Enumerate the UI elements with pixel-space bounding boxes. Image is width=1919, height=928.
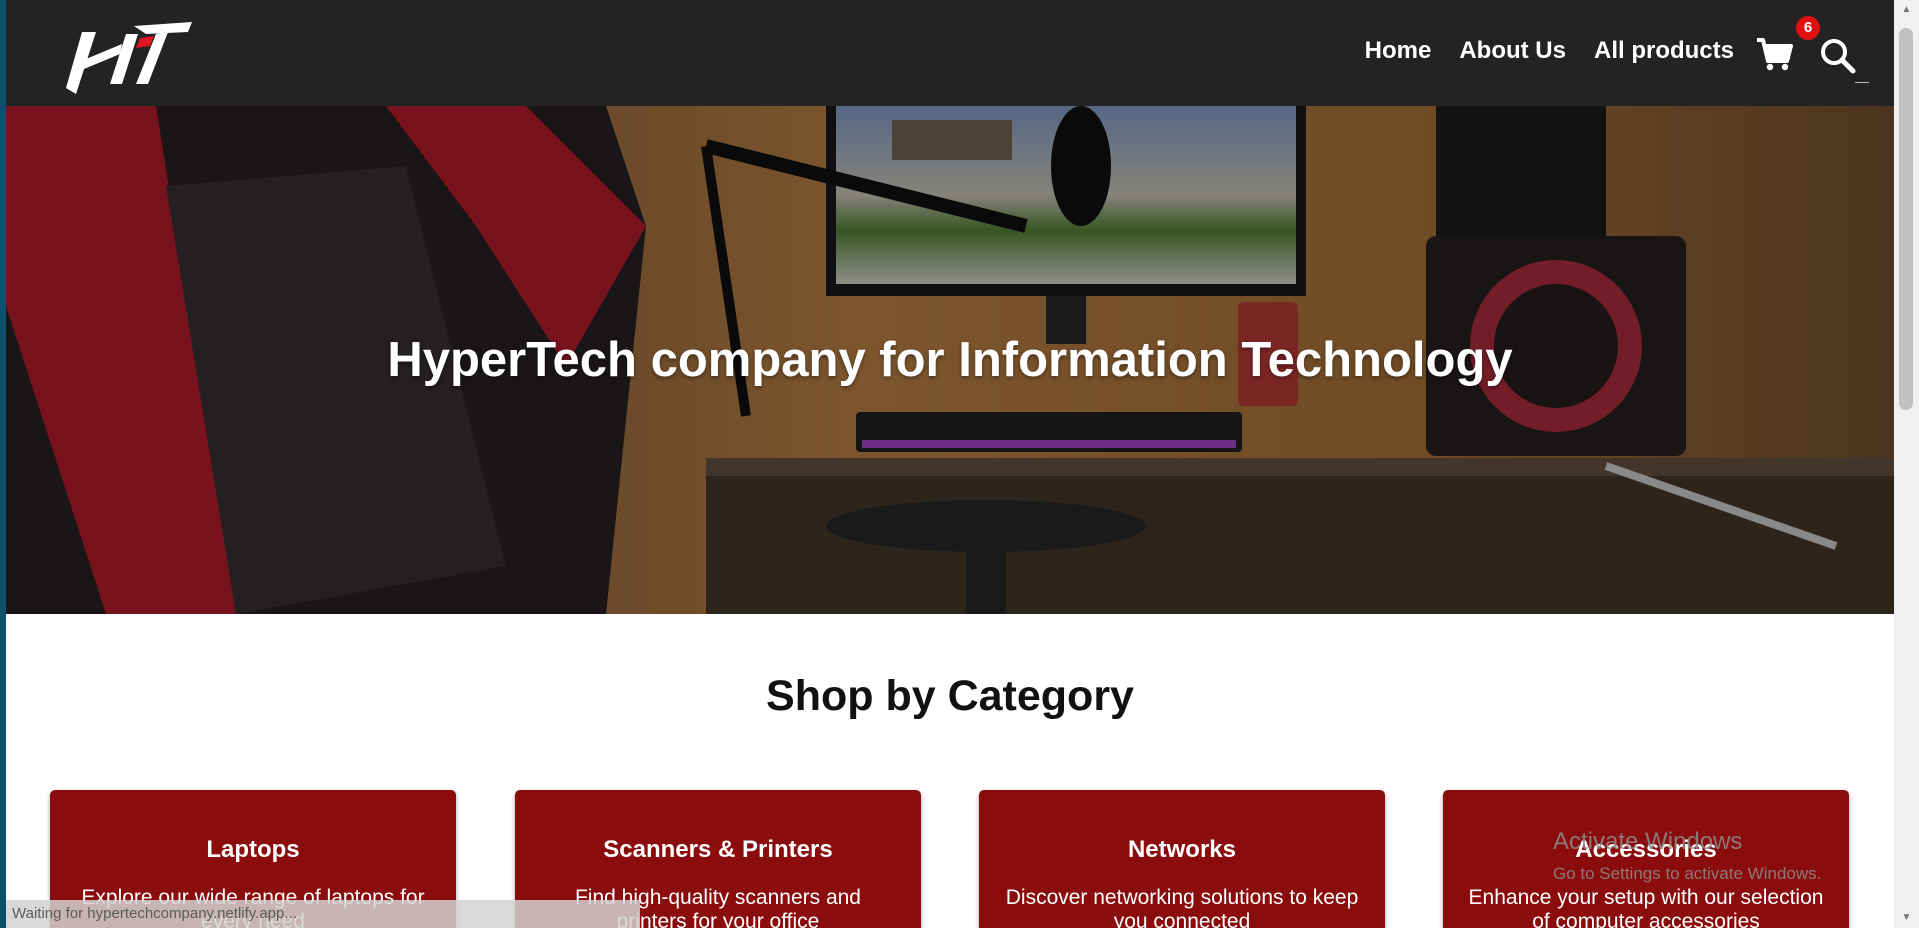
nav-all-products-link[interactable]: All products [1594,37,1734,65]
category-card-desc: Discover networking solutions to keep yo… [1005,886,1359,928]
nav-home-link[interactable]: Home [1365,37,1432,65]
search-icon[interactable] [1818,36,1858,76]
hero-title: HyperTech company for Information Techno… [387,333,1513,387]
category-card-title: Networks [1127,836,1237,863]
nav-links: Home About Us All products [1365,37,1734,65]
browser-viewport: Home About Us All products 6 HyperTech c… [0,0,1919,928]
cart-count-badge: 6 [1796,16,1820,40]
activate-windows-watermark: Activate Windows Go to Settings to activ… [1553,828,1821,884]
site-logo[interactable] [64,18,194,98]
cart-icon[interactable] [1754,34,1794,74]
section-title: Shop by Category [766,672,1134,720]
category-card-title: Scanners & Printers [603,836,833,863]
scrollbar-thumb[interactable] [1899,28,1913,410]
activate-windows-subtitle: Go to Settings to activate Windows. [1553,864,1822,883]
category-card-networks[interactable]: Networks Discover networking solutions t… [979,790,1385,928]
nav-about-link[interactable]: About Us [1459,37,1566,65]
hero-banner: HyperTech company for Information Techno… [6,106,1894,614]
activate-windows-title: Activate Windows [1553,828,1743,855]
category-card-title: Laptops [206,836,300,863]
scroll-up-icon[interactable]: ▲ [1894,0,1919,20]
browser-status-bar: Waiting for hypertechcompany.netlify.app… [6,900,640,928]
search-underline [1855,82,1869,83]
scroll-down-icon[interactable]: ▼ [1894,908,1919,928]
navbar: Home About Us All products [6,0,1894,106]
category-card-desc: Enhance your setup with our selection of… [1468,886,1824,928]
vertical-scrollbar[interactable]: ▲ ▼ [1894,0,1919,928]
